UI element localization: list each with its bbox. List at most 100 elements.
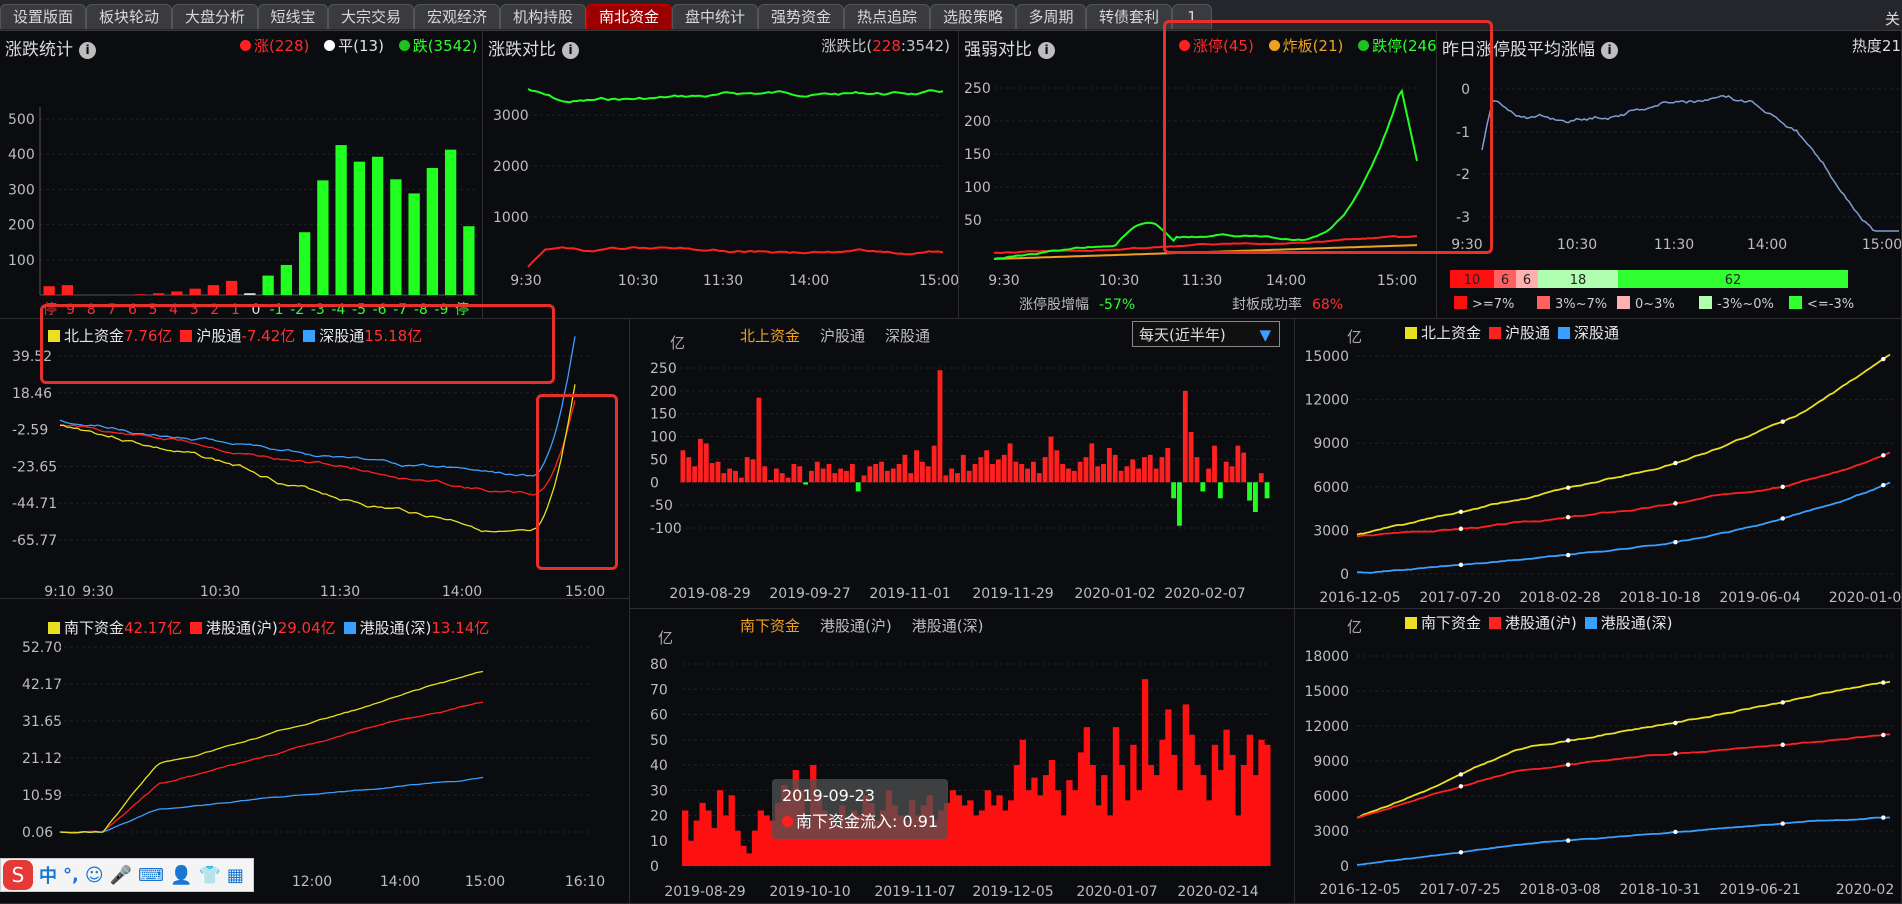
x-tick-label: 2016-12-05 [1319, 882, 1400, 898]
x-tick-label: 2018-02-28 [1519, 590, 1600, 606]
tab-1[interactable]: 板块轮动 [86, 4, 172, 29]
x-tick-label: 2019-12-05 [972, 884, 1053, 900]
tab-8[interactable]: 盘中统计 [672, 4, 758, 29]
bar [1077, 752, 1085, 866]
bar [1165, 448, 1171, 483]
x-tick-label: 2019-11-29 [972, 586, 1053, 602]
bar [1136, 468, 1141, 483]
bar [1258, 739, 1265, 866]
sogou-logo-icon[interactable]: S [3, 860, 33, 890]
bar [686, 457, 692, 483]
bar [1118, 765, 1125, 866]
bar [873, 464, 879, 483]
bar [890, 468, 896, 483]
y-tick-label: 10.59 [22, 788, 62, 804]
ime-toolbar[interactable]: S 中 °, ☺ 🎤 ⌨ 👤 👕 ▦ [0, 858, 254, 892]
panel-south-daily: 亿 南下资金 港股通(沪) 港股通(深) 80 70 60 50 40 30 20 10 0 2019… [630, 609, 1295, 904]
tab-13[interactable]: 转债套利 [1086, 4, 1172, 29]
bar [733, 470, 738, 483]
keyboard-icon[interactable]: ⌨ [138, 865, 164, 886]
line-main [1356, 353, 1891, 536]
bar [1124, 800, 1131, 866]
x-tick-label: 10:30 [1557, 237, 1597, 253]
y-tick-label: 1000 [493, 210, 529, 226]
bar [207, 285, 220, 295]
highlight-box [40, 304, 555, 384]
user-icon[interactable]: 👤 [170, 865, 192, 886]
bar [1001, 454, 1007, 483]
bar [902, 454, 908, 483]
y-tick-label: 0 [1340, 859, 1349, 875]
bar [751, 830, 759, 866]
bar [879, 461, 884, 483]
marker-point [1780, 742, 1785, 747]
line-sh [1356, 733, 1891, 819]
marker-point [1565, 838, 1571, 843]
tab-3[interactable]: 短线宝 [258, 4, 328, 29]
punct-toggle[interactable]: °, [63, 865, 79, 886]
dist-label: 62 [1725, 273, 1742, 288]
marker-point [1565, 738, 1571, 743]
emoji-icon[interactable]: ☺ [85, 865, 104, 886]
highlight-box [1163, 20, 1493, 254]
tab-12[interactable]: 多周期 [1016, 4, 1086, 29]
bar [943, 475, 949, 483]
tab-7[interactable]: 南北资金 [586, 4, 672, 29]
marker-point [1673, 460, 1678, 466]
marker-point [1780, 700, 1785, 705]
bar [1252, 775, 1259, 866]
y-tick-label: 40 [650, 758, 668, 774]
bar [768, 480, 773, 483]
bar [463, 226, 475, 295]
bar [1217, 482, 1223, 499]
y-tick-label: 200 [964, 114, 991, 130]
y-tick-label: 100 [964, 180, 991, 196]
tab-10[interactable]: 热点追踪 [844, 4, 930, 29]
bar [1101, 775, 1108, 866]
tab-6[interactable]: 机构持股 [500, 4, 586, 29]
bar [966, 470, 972, 483]
y-tick-label: 18.46 [12, 386, 52, 402]
grid-icon[interactable]: ▦ [227, 865, 244, 886]
lang-toggle[interactable]: 中 [39, 862, 57, 888]
bar [1118, 470, 1124, 483]
bar [721, 473, 727, 483]
dist-label: 10 [1464, 273, 1481, 288]
close-label[interactable]: 关 [1885, 8, 1900, 29]
bar [1200, 482, 1206, 492]
x-tick-label: 2019-08-29 [664, 884, 745, 900]
dist-label: 6 [1501, 273, 1509, 288]
tab-2[interactable]: 大盘分析 [172, 4, 258, 29]
tab-0[interactable]: 设置版面 [0, 4, 86, 29]
bar [740, 845, 747, 866]
mic-icon[interactable]: 🎤 [110, 865, 132, 886]
tab-4[interactable]: 大宗交易 [328, 4, 414, 29]
bar [750, 459, 756, 483]
bar [426, 168, 439, 295]
marker-point [1673, 720, 1678, 726]
bar [1223, 461, 1229, 483]
y-tick-label: 250 [964, 81, 991, 97]
y-tick-label: 400 [8, 147, 35, 163]
tab-5[interactable]: 宏观经济 [414, 4, 500, 29]
skin-icon[interactable]: 👕 [198, 865, 220, 886]
marker-point [1881, 482, 1886, 488]
bar [1264, 482, 1270, 499]
bar [1112, 727, 1120, 866]
y-tick-label: -100 [650, 521, 682, 537]
bar [1264, 744, 1271, 866]
bar [1008, 800, 1015, 866]
bar [1240, 765, 1248, 866]
y-tick-label: 50 [650, 452, 668, 468]
bar [693, 820, 700, 866]
tab-11[interactable]: 选股策略 [930, 4, 1016, 29]
marker-point [1565, 762, 1571, 767]
bar [1030, 461, 1036, 483]
tab-9[interactable]: 强势资金 [758, 4, 844, 29]
x-tick-label: 2019-06-21 [1719, 882, 1800, 898]
bar [1171, 754, 1178, 866]
bar [809, 470, 814, 483]
bar [1212, 445, 1217, 483]
bar [1235, 445, 1241, 483]
panel-zhangdie-stats: 涨跌统计 i 涨(228) 平(13) 跌(3542) 500 400 300 200 1… [0, 31, 483, 319]
